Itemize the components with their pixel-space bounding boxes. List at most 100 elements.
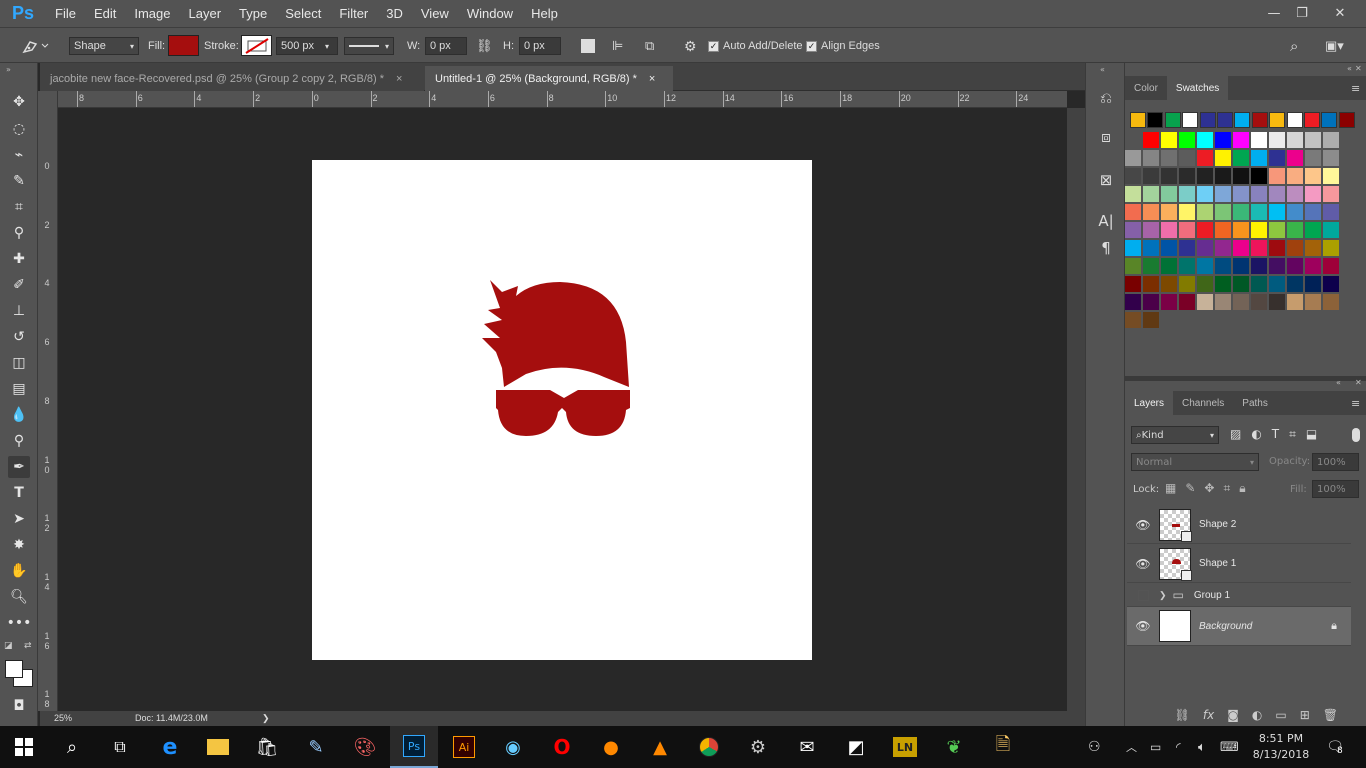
menu-filter[interactable]: Filter — [330, 6, 377, 21]
color-swatch[interactable] — [1161, 132, 1177, 148]
character-panel-icon[interactable]: A| — [1095, 210, 1117, 232]
menu-layer[interactable]: Layer — [180, 6, 231, 21]
recent-swatch[interactable] — [1269, 112, 1286, 128]
color-swatch[interactable] — [1287, 168, 1303, 184]
marquee-tool-icon[interactable]: ◌ — [8, 118, 30, 140]
color-swatch[interactable] — [1197, 240, 1213, 256]
menu-3d[interactable]: 3D — [377, 6, 412, 21]
eye-icon[interactable]: 👁︎ — [1127, 518, 1159, 532]
color-swatch[interactable] — [1125, 312, 1141, 328]
color-swatch[interactable] — [1143, 168, 1159, 184]
menu-help[interactable]: Help — [522, 6, 567, 21]
layer-filter-select[interactable]: ⌕ Kind ▾ — [1131, 426, 1219, 444]
vlc-icon[interactable]: ▲ — [636, 726, 684, 768]
color-swatch[interactable] — [1179, 258, 1195, 274]
recent-swatch[interactable] — [1130, 112, 1146, 128]
menu-view[interactable]: View — [412, 6, 458, 21]
color-swatch[interactable] — [1143, 294, 1159, 310]
pen-tool-preset-picker[interactable] — [14, 34, 56, 58]
color-swatch[interactable] — [1125, 150, 1141, 166]
custom-shape-tool-icon[interactable]: ✸ — [8, 534, 30, 556]
zoom-tool-icon[interactable]: 🔍︎ — [8, 586, 30, 608]
tab-jacobite[interactable]: jacobite new face-Recovered.psd @ 25% (G… — [40, 66, 424, 91]
recent-swatch[interactable] — [1304, 112, 1320, 128]
history-panel-icon[interactable]: ⎌ — [1095, 87, 1117, 109]
color-swatch[interactable] — [1305, 294, 1321, 310]
color-swatch[interactable] — [1143, 150, 1159, 166]
color-swatch[interactable] — [1287, 258, 1303, 274]
tab-paths[interactable]: Paths — [1233, 391, 1277, 415]
color-swatch[interactable] — [1269, 222, 1285, 238]
color-swatch[interactable] — [1287, 222, 1303, 238]
color-swatch[interactable] — [1197, 204, 1213, 220]
color-swatch[interactable] — [1305, 168, 1321, 184]
ln-app-icon[interactable]: LN — [881, 726, 929, 768]
collapse-icon[interactable]: « — [1347, 64, 1352, 73]
color-swatch[interactable] — [1287, 150, 1303, 166]
color-swatch[interactable] — [1251, 294, 1267, 310]
keyboard-icon[interactable]: ⌨ — [1220, 726, 1239, 768]
color-swatch[interactable] — [1251, 186, 1267, 202]
close-tab-icon[interactable]: × — [649, 73, 655, 85]
recent-swatch[interactable] — [1199, 112, 1216, 128]
eye-icon[interactable]: 👁︎ — [1127, 557, 1159, 571]
color-swatch[interactable] — [1179, 132, 1195, 148]
color-swatch[interactable] — [1323, 294, 1339, 310]
crop-tool-icon[interactable]: ⌗ — [8, 196, 30, 218]
illustrator-icon[interactable]: Ai — [440, 726, 488, 768]
color-swatch[interactable] — [1197, 222, 1213, 238]
chrome-icon[interactable] — [685, 726, 733, 768]
eye-icon[interactable]: 👁︎ — [1127, 619, 1159, 633]
width-field[interactable]: 0 px — [425, 37, 467, 55]
paint-icon[interactable]: 🎨︎ — [341, 726, 389, 768]
panel-menu-icon[interactable]: ≡ — [1351, 82, 1360, 95]
color-swatch[interactable] — [1179, 294, 1195, 310]
color-swatch[interactable] — [1197, 186, 1213, 202]
color-swatch[interactable] — [1287, 294, 1303, 310]
color-swatch[interactable] — [1251, 240, 1267, 256]
color-swatch[interactable] — [1287, 186, 1303, 202]
recent-swatch[interactable] — [1164, 112, 1181, 128]
color-swatch[interactable] — [1269, 168, 1285, 184]
menu-file[interactable]: File — [46, 6, 85, 21]
color-swatch[interactable] — [1215, 276, 1231, 292]
recent-swatch[interactable] — [1251, 112, 1268, 128]
gradient-tool-icon[interactable]: ▤ — [8, 378, 30, 400]
align-edges-checkbox[interactable]: ✓ Align Edges — [806, 37, 880, 55]
collapse-icon[interactable]: « — [1100, 65, 1105, 74]
color-swatch[interactable] — [1251, 222, 1267, 238]
task-view-icon[interactable]: ⧉ — [96, 726, 144, 768]
adjustment-layer-icon[interactable]: ◐ — [1252, 708, 1262, 722]
tab-channels[interactable]: Channels — [1173, 391, 1233, 415]
color-swatch[interactable] — [1305, 186, 1321, 202]
restore-button[interactable]: ❐ — [1284, 0, 1320, 27]
recent-swatch[interactable] — [1321, 112, 1338, 128]
color-swatch[interactable] — [1323, 258, 1339, 274]
color-swatch[interactable] — [1161, 258, 1177, 274]
brush-tool-icon[interactable]: ✐ — [8, 274, 30, 296]
recent-swatch[interactable] — [1234, 112, 1251, 128]
healing-brush-tool-icon[interactable]: ✚ — [8, 248, 30, 270]
color-swatch[interactable] — [1269, 132, 1285, 148]
tab-layers[interactable]: Layers — [1125, 391, 1174, 415]
color-swatch[interactable] — [1269, 150, 1285, 166]
eyedropper-tool-icon[interactable]: ⚲ — [8, 222, 30, 244]
color-swatch[interactable] — [1251, 168, 1267, 184]
photoshop-taskbar-icon[interactable]: Ps — [390, 726, 438, 768]
color-swatch[interactable] — [1197, 276, 1213, 292]
color-swatch[interactable] — [1125, 240, 1141, 256]
file-explorer-icon[interactable] — [194, 726, 242, 768]
color-swatch[interactable] — [1233, 150, 1249, 166]
tool-mode-select[interactable]: Shape ▾ — [69, 37, 139, 55]
color-swatch[interactable] — [1125, 258, 1141, 274]
color-swatch[interactable] — [1215, 168, 1231, 184]
panel-menu-icon[interactable]: ≡ — [1351, 397, 1360, 410]
layer-mask-icon[interactable]: ◙ — [1227, 708, 1239, 722]
store-icon[interactable]: 🛍︎ — [243, 726, 291, 768]
color-swatch[interactable] — [1323, 186, 1339, 202]
layer-group-1[interactable]: ❯ ▭ Group 1 — [1127, 584, 1351, 607]
color-swatch[interactable] — [1125, 168, 1141, 184]
color-swatch[interactable] — [1197, 168, 1213, 184]
volume-icon[interactable]: 🔈︎ — [1198, 726, 1206, 768]
leaf-app-icon[interactable]: ❦ — [930, 726, 978, 768]
